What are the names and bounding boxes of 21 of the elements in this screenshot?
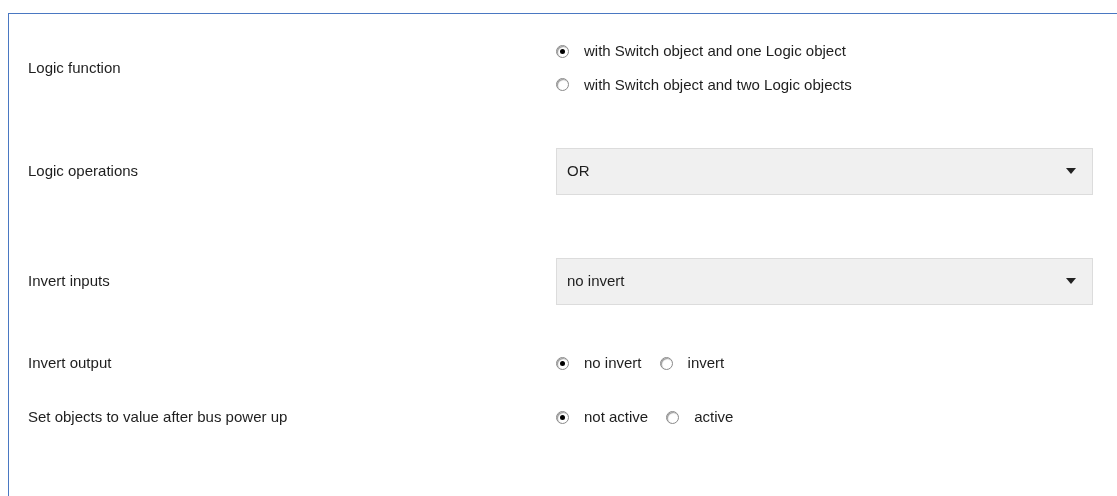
dropdown[interactable]: OR <box>556 147 1093 195</box>
setting-label: Invert inputs <box>27 270 111 291</box>
caret-icon <box>1066 168 1076 174</box>
radio-button[interactable] <box>659 356 673 370</box>
dropdown[interactable]: no invert <box>556 257 1093 305</box>
radio-option[interactable]: no invert <box>556 351 642 375</box>
setting-label: Logic operations <box>27 160 140 181</box>
radio-button[interactable] <box>556 44 569 58</box>
radio-option[interactable]: with Switch object and one Logic object <box>556 40 852 63</box>
setting-label: Logic function <box>27 57 122 78</box>
radio-option[interactable]: active <box>666 405 734 429</box>
radio-option[interactable]: invert <box>659 351 725 375</box>
caret-icon <box>1066 278 1076 284</box>
radio-button[interactable] <box>666 410 680 424</box>
radio-button[interactable] <box>556 356 569 370</box>
radio-button[interactable] <box>556 78 569 92</box>
radio-option[interactable]: with Switch object and two Logic objects <box>556 73 852 96</box>
setting-label: Invert output <box>27 352 113 373</box>
radio-option[interactable]: not active <box>556 405 649 429</box>
radio-button[interactable] <box>556 410 569 424</box>
setting-label: Set objects to value after bus power up <box>27 406 289 427</box>
